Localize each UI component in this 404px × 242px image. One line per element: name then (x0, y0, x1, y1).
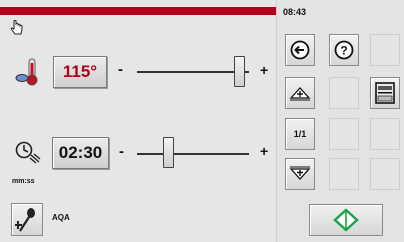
help-icon: ? (334, 40, 354, 60)
empty-cell (370, 118, 400, 150)
timer-slider-track[interactable] (137, 153, 249, 155)
scroll-up-icon (289, 87, 311, 101)
status-bar (0, 7, 276, 15)
timer-increase[interactable]: + (260, 143, 268, 159)
temperature-slider-track[interactable] (137, 71, 249, 73)
hand-pointer-icon[interactable] (10, 19, 24, 36)
temperature-increase[interactable]: + (260, 62, 268, 78)
back-button[interactable] (285, 34, 315, 66)
empty-cell (370, 34, 400, 66)
tray-button[interactable] (370, 77, 400, 109)
timer-value-text: 02:30 (58, 143, 103, 162)
scroll-up-button[interactable] (285, 77, 315, 109)
one-to-one-button[interactable]: 1/1 (285, 118, 315, 150)
scroll-down-icon (289, 166, 311, 180)
start-button[interactable] (309, 204, 383, 236)
empty-cell (329, 158, 359, 190)
empty-cell (370, 158, 400, 190)
program-settings-panel: 115° - + mm:ss 02:30 - + AQA (0, 0, 276, 242)
scroll-down-button[interactable] (285, 158, 315, 190)
temperature-decrease[interactable]: - (118, 61, 123, 78)
one-to-one-label: 1/1 (293, 129, 307, 139)
core-probe-add-icon (15, 207, 35, 232)
start-diamond-icon (333, 208, 359, 232)
probe-label: AQA (52, 213, 70, 222)
function-keypad: 08:43 ? 1/1 (276, 0, 404, 242)
temperature-value-text: 115° (62, 62, 98, 81)
empty-cell (329, 118, 359, 150)
timer-unit-label: mm:ss (12, 178, 35, 185)
back-arrow-icon (290, 40, 310, 60)
timer-value[interactable]: 02:30 (52, 137, 109, 169)
svg-text:?: ? (340, 44, 347, 58)
clock: 08:43 (283, 7, 307, 17)
empty-cell (329, 77, 359, 109)
timer-slider-thumb[interactable] (163, 137, 174, 168)
temperature-value[interactable]: 115° (53, 56, 107, 88)
help-button[interactable]: ? (329, 34, 359, 66)
temperature-slider-thumb[interactable] (234, 56, 245, 87)
thermometer-icon (15, 57, 41, 87)
tray-icon (375, 82, 395, 104)
timer-icon (14, 140, 42, 164)
timer-decrease[interactable]: - (119, 143, 124, 160)
core-probe-button[interactable] (11, 203, 43, 236)
